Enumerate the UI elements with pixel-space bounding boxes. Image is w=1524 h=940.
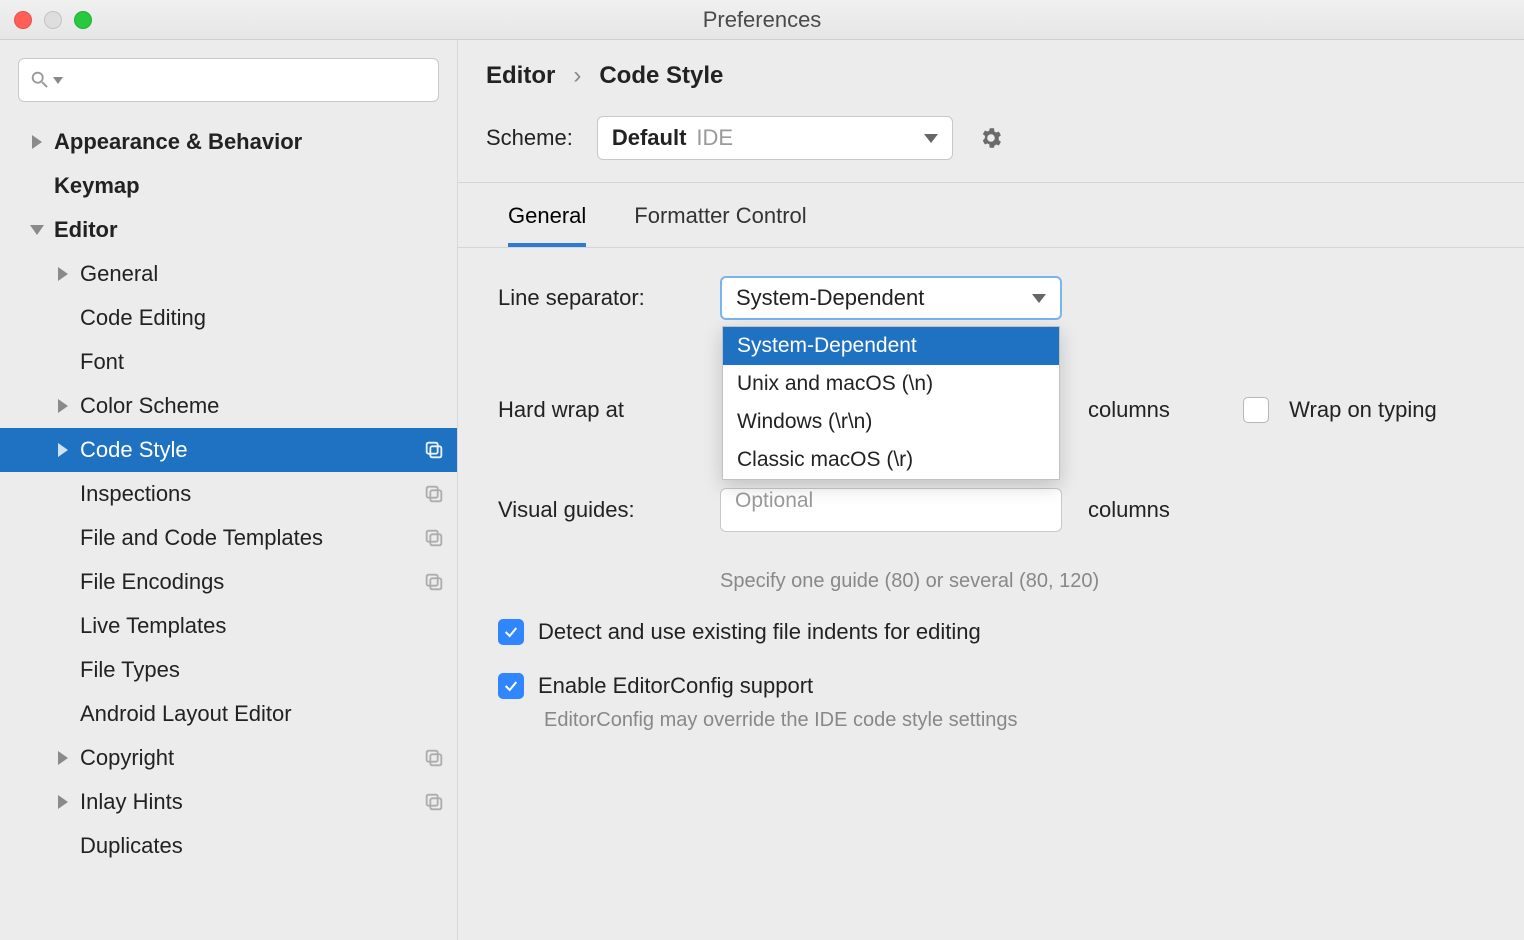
tree-item-code-editing[interactable]: Code Editing [0,296,457,340]
tree-item-color-scheme[interactable]: Color Scheme [0,384,457,428]
tree-item-general[interactable]: General [0,252,457,296]
disclosure-arrow-icon [26,223,48,237]
breadcrumb-separator-icon: › [573,62,581,90]
gear-icon [978,125,1004,151]
tree-item-label: Inspections [80,481,423,507]
tree-item-label: Editor [54,217,445,243]
tree-item-appearance-behavior[interactable]: Appearance & Behavior [0,120,457,164]
search-input[interactable] [69,69,428,92]
tree-item-code-style[interactable]: Code Style [0,428,457,472]
columns-label: columns [1088,397,1217,423]
chevron-down-icon [924,134,938,143]
tree-item-android-layout-editor[interactable]: Android Layout Editor [0,692,457,736]
disclosure-arrow-icon [52,443,74,457]
tree-item-file-encodings[interactable]: File Encodings [0,560,457,604]
hard-wrap-label: Hard wrap at [498,397,694,423]
disclosure-arrow-icon [52,267,74,281]
editorconfig-label: Enable EditorConfig support [538,673,813,699]
detect-indents-label: Detect and use existing file indents for… [538,619,981,645]
line-separator-dropdown: System-DependentUnix and macOS (\n)Windo… [722,326,1060,480]
tree-item-label: Color Scheme [80,393,445,419]
tree-item-inspections[interactable]: Inspections [0,472,457,516]
tree-item-label: Font [80,349,445,375]
tree-item-label: Copyright [80,745,423,771]
tree-item-copyright[interactable]: Copyright [0,736,457,780]
titlebar: Preferences [0,0,1524,40]
tree-item-inlay-hints[interactable]: Inlay Hints [0,780,457,824]
tree-item-label: File and Code Templates [80,525,423,551]
sidebar: Appearance & Behavior Keymap Editor General… [0,40,458,940]
tree-item-label: Code Editing [80,305,445,331]
tree-item-label: Inlay Hints [80,789,423,815]
tree-item-label: Duplicates [80,833,445,859]
scheme-actions-button[interactable] [977,124,1005,152]
tree-item-label: Keymap [54,173,445,199]
tree-item-label: File Types [80,657,445,683]
wrap-on-typing-label: Wrap on typing [1289,397,1437,423]
tree-item-label: Code Style [80,437,423,463]
line-separator-option[interactable]: Classic macOS (\r) [723,441,1059,479]
tab-bar: General Formatter Control [486,183,1496,247]
scheme-scope: IDE [696,125,733,151]
tree-item-duplicates[interactable]: Duplicates [0,824,457,868]
breadcrumb-leaf: Code Style [599,62,723,90]
tree-item-editor[interactable]: Editor [0,208,457,252]
tab-general[interactable]: General [508,203,586,247]
search-icon [29,69,51,91]
disclosure-arrow-icon [52,751,74,765]
tree-item-label: File Encodings [80,569,423,595]
search-options-caret-icon [53,77,63,84]
tree-item-label: Live Templates [80,613,445,639]
line-separator-label: Line separator: [498,285,694,311]
editorconfig-checkbox[interactable] [498,673,524,699]
line-separator-value: System-Dependent [736,285,924,311]
check-icon [503,624,519,640]
chevron-down-icon [1032,294,1046,303]
disclosure-arrow-icon [52,399,74,413]
tree-item-file-types[interactable]: File Types [0,648,457,692]
line-separator-option[interactable]: Unix and macOS (\n) [723,365,1059,403]
window-title: Preferences [0,7,1524,33]
disclosure-arrow-icon [26,135,48,149]
visual-guides-label: Visual guides: [498,497,694,523]
tree-item-file-and-code-templates[interactable]: File and Code Templates [0,516,457,560]
visual-guides-input[interactable]: Optional [720,488,1062,532]
tree-item-font[interactable]: Font [0,340,457,384]
tree-item-label: Android Layout Editor [80,701,445,727]
tree-item-label: General [80,261,445,287]
search-field[interactable] [18,58,439,102]
tab-formatter-control[interactable]: Formatter Control [634,203,806,247]
main-panel: Editor › Code Style Scheme: Default IDE … [458,40,1524,940]
wrap-on-typing-checkbox[interactable] [1243,397,1269,423]
line-separator-option[interactable]: System-Dependent [723,327,1059,365]
columns-label: columns [1088,497,1314,523]
disclosure-arrow-icon [52,795,74,809]
settings-tree: Appearance & Behavior Keymap Editor General… [0,120,457,940]
line-separator-option[interactable]: Windows (\r\n) [723,403,1059,441]
check-icon [503,678,519,694]
tree-item-label: Appearance & Behavior [54,129,445,155]
visual-guides-hint: Specify one guide (80) or several (80, 1… [720,570,1484,593]
tree-item-keymap[interactable]: Keymap [0,164,457,208]
editorconfig-hint: EditorConfig may override the IDE code s… [544,709,1484,732]
breadcrumb-root: Editor [486,62,555,90]
scheme-label: Scheme: [486,125,573,151]
scheme-value: Default [612,125,687,151]
detect-indents-checkbox[interactable] [498,619,524,645]
breadcrumb: Editor › Code Style [486,62,1496,90]
tree-item-live-templates[interactable]: Live Templates [0,604,457,648]
scheme-combo[interactable]: Default IDE [597,116,953,160]
line-separator-select[interactable]: System-Dependent System-DependentUnix an… [720,276,1062,320]
